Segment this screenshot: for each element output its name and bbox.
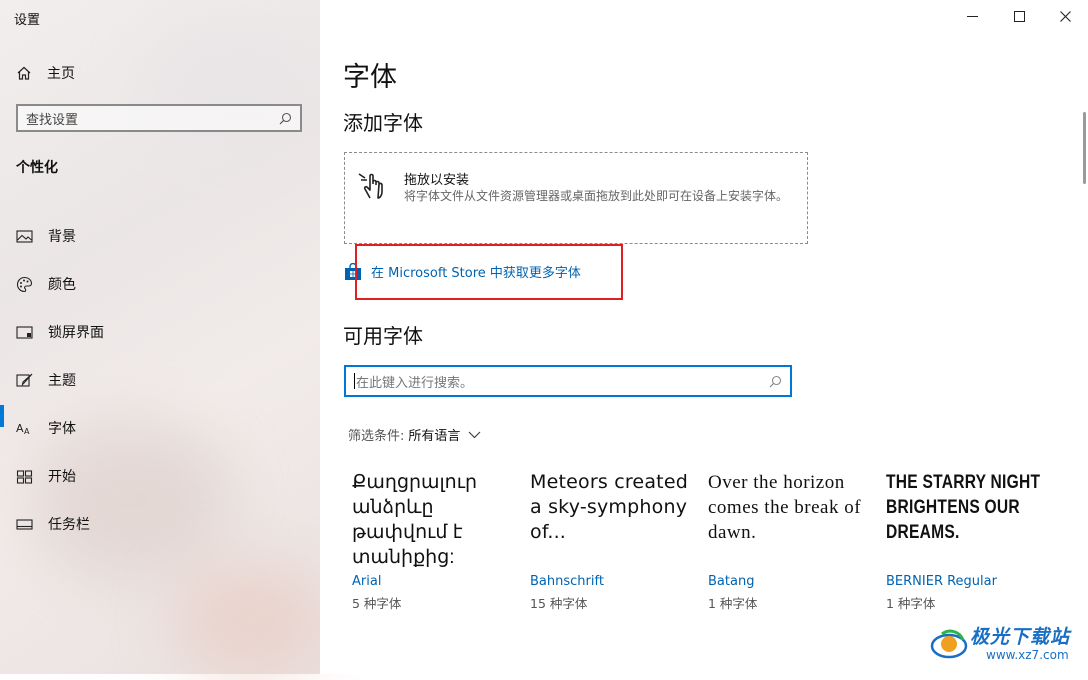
font-search-input[interactable]: 在此键入进行搜索。 (344, 365, 792, 397)
nav-list: 背景 颜色 锁屏界面 主题 AA 字体 开始 任务栏 (0, 212, 320, 548)
palette-icon (16, 276, 33, 292)
svg-text:A: A (24, 427, 30, 436)
home-icon (17, 66, 31, 80)
font-card-batang[interactable]: Over the horizon comes the break of dawn… (708, 470, 868, 611)
close-button[interactable] (1042, 0, 1088, 32)
nav-home-label: 主页 (47, 66, 75, 82)
add-fonts-heading: 添加字体 (343, 111, 423, 135)
filter-value: 所有语言 (408, 429, 461, 444)
font-card-bahnschrift[interactable]: Meteors created a sky-symphony of... Bah… (530, 470, 690, 611)
sidebar-item-background[interactable]: 背景 (0, 212, 320, 260)
minimize-icon (966, 15, 978, 17)
font-name: Batang (708, 574, 755, 589)
scrollbar-thumb[interactable] (1083, 112, 1086, 184)
drop-title: 拖放以安装 (404, 173, 470, 188)
font-icon: AA (16, 422, 30, 436)
drag-hand-icon (358, 173, 383, 199)
picture-icon (16, 229, 33, 243)
settings-search-input[interactable]: 查找设置 (16, 104, 302, 132)
section-title: 个性化 (16, 160, 58, 176)
font-preview: THE STARRY NIGHT BRIGHTENS OUR DREAMS. (886, 472, 1041, 543)
theme-icon (16, 373, 33, 387)
font-count: 5 种字体 (352, 596, 402, 611)
maximize-button[interactable] (996, 0, 1042, 32)
sidebar-item-taskbar[interactable]: 任务栏 (0, 500, 320, 548)
taskbar-icon (16, 518, 33, 530)
watermark-brand: 极光下载站 (970, 626, 1071, 648)
font-search-placeholder: 在此键入进行搜索。 (356, 375, 474, 391)
start-icon (16, 469, 33, 484)
maximize-icon (1013, 10, 1025, 22)
sidebar-item-label: 主题 (48, 373, 76, 389)
available-fonts-heading: 可用字体 (343, 324, 423, 348)
font-drop-zone[interactable]: 拖放以安装 将字体文件从文件资源管理器或桌面拖放到此处即可在设备上安装字体。 (344, 152, 808, 244)
watermark-logo-icon (930, 629, 968, 659)
sidebar-item-label: 字体 (48, 421, 76, 437)
watermark: 极光下载站 www.xz7.com (930, 620, 1080, 668)
filter-label: 筛选条件: (348, 429, 405, 444)
font-preview: Քաղցրալուր անձրևը թափվում է տանիքից: (352, 472, 478, 568)
page-title: 字体 (343, 62, 397, 93)
window-title: 设置 (14, 13, 41, 28)
main-panel: 字体 添加字体 拖放以安装 将字体文件从文件资源管理器或桌面拖放到此处即可在设备… (320, 0, 1088, 674)
font-card-bernier[interactable]: THE STARRY NIGHT BRIGHTENS OUR DREAMS. B… (886, 470, 1046, 611)
drop-description: 将字体文件从文件资源管理器或桌面拖放到此处即可在设备上安装字体。 (404, 189, 789, 203)
sidebar-item-start[interactable]: 开始 (0, 452, 320, 500)
sidebar-item-label: 颜色 (48, 277, 76, 293)
language-filter[interactable]: 筛选条件: 所有语言 (348, 425, 481, 444)
font-name: BERNIER Regular (886, 574, 997, 589)
font-count: 1 种字体 (708, 596, 758, 611)
sidebar-item-fonts[interactable]: AA 字体 (0, 404, 320, 452)
font-card-arial[interactable]: Քաղցրալուր անձրևը թափվում է տանիքից: Ari… (352, 470, 512, 611)
watermark-url: www.xz7.com (986, 648, 1069, 662)
font-name: Bahnschrift (530, 574, 604, 589)
chevron-down-icon (468, 431, 481, 439)
sidebar-item-themes[interactable]: 主题 (0, 356, 320, 404)
sidebar-item-label: 背景 (48, 229, 76, 245)
close-icon (1059, 10, 1071, 22)
nav-home[interactable]: 主页 (16, 62, 75, 84)
font-preview: Over the horizon comes the break of dawn… (708, 472, 862, 543)
sidebar-item-label: 开始 (48, 469, 76, 485)
lock-screen-icon (16, 325, 33, 339)
search-icon[interactable] (279, 112, 292, 125)
font-preview: Meteors created a sky-symphony of... (530, 471, 688, 543)
text-caret (354, 373, 355, 389)
sidebar-item-colors[interactable]: 颜色 (0, 260, 320, 308)
minimize-button[interactable] (949, 0, 995, 32)
search-icon[interactable] (769, 375, 782, 388)
font-count: 1 种字体 (886, 596, 936, 611)
highlight-box (355, 244, 623, 300)
font-count: 15 种字体 (530, 596, 588, 611)
sidebar-item-label: 任务栏 (48, 517, 90, 533)
sidebar: 设置 主页 查找设置 个性化 背景 颜色 锁屏界面 主题 AA 字体 开始 任务… (0, 0, 330, 680)
sidebar-item-lock-screen[interactable]: 锁屏界面 (0, 308, 320, 356)
font-name: Arial (352, 574, 382, 589)
settings-search-placeholder: 查找设置 (26, 112, 79, 128)
sidebar-item-label: 锁屏界面 (48, 325, 104, 341)
svg-text:A: A (16, 422, 24, 435)
